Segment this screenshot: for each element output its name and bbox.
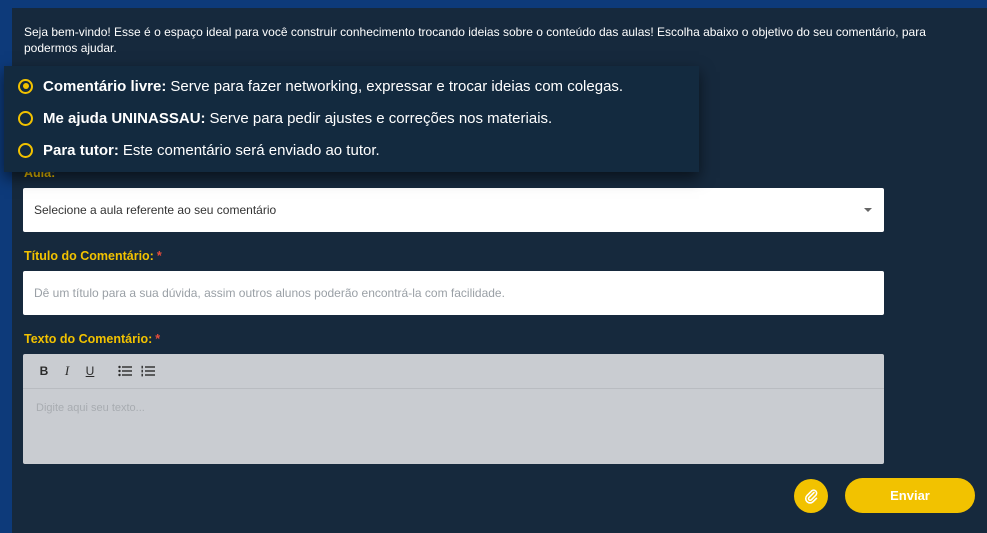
titulo-label-text: Título do Comentário: [24,249,154,263]
option-description: Este comentário será enviado ao tutor. [122,141,380,159]
titulo-label: Título do Comentário: * [24,249,162,263]
radio-icon[interactable] [18,142,33,158]
option-description: Serve para pedir ajustes e correções nos… [209,109,553,127]
bullet-list-icon[interactable] [116,362,134,380]
editor-placeholder: Digite aqui seu texto... [36,402,145,414]
attach-button[interactable] [794,479,828,513]
option-me-ajuda[interactable]: Me ajuda UNINASSAU: Serve para pedir aju… [18,107,552,129]
option-comentario-livre[interactable]: Comentário livre: Serve para fazer netwo… [18,75,623,97]
option-title: Comentário livre: [43,77,167,95]
numbered-list-icon[interactable] [139,362,157,380]
texto-label: Texto do Comentário: * [24,332,160,346]
option-title: Para tutor: [43,141,119,159]
required-mark: * [155,332,161,346]
option-description: Serve para fazer networking, expressar e… [170,77,624,95]
send-button[interactable]: Enviar [845,478,975,513]
texto-label-text: Texto do Comentário: [24,332,153,346]
comment-type-popup: Comentário livre: Serve para fazer netwo… [4,66,699,172]
option-para-tutor[interactable]: Para tutor: Este comentário será enviado… [18,139,380,161]
required-mark: * [156,249,162,263]
bold-button[interactable]: B [35,362,53,380]
intro-text: Seja bem-vindo! Esse é o espaço ideal pa… [24,25,926,55]
italic-button[interactable]: I [58,362,76,380]
paperclip-icon [804,489,818,504]
titulo-input[interactable] [23,271,884,315]
texto-editor[interactable]: B I U Digite aqui seu texto... [23,354,884,464]
radio-selected-icon[interactable] [18,78,33,94]
underline-button[interactable]: U [81,362,99,380]
aula-select-value: Selecione a aula referente ao seu coment… [34,203,277,217]
option-title: Me ajuda UNINASSAU: [43,109,206,127]
radio-icon[interactable] [18,110,33,126]
aula-select[interactable]: Selecione a aula referente ao seu coment… [23,188,884,232]
editor-toolbar: B I U [23,354,884,389]
chevron-down-icon [864,208,872,212]
